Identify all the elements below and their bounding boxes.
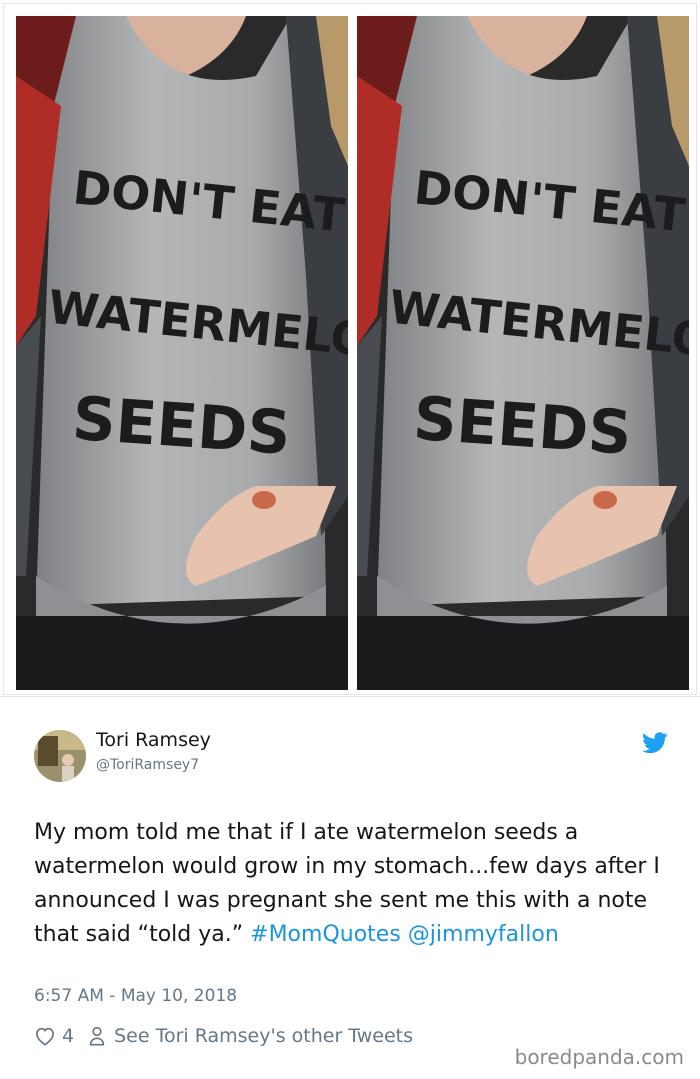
heart-icon[interactable] xyxy=(34,1026,56,1046)
tweet-text: My mom told me that if I ate watermelon … xyxy=(34,816,674,952)
other-tweets-link[interactable]: See Tori Ramsey's other Tweets xyxy=(114,1025,413,1047)
timestamp[interactable]: 6:57 AM - May 10, 2018 xyxy=(34,986,237,1006)
watermark: boredpanda.com xyxy=(514,1045,684,1069)
like-count[interactable]: 4 xyxy=(62,1025,74,1047)
twitter-bird-icon[interactable] xyxy=(642,732,668,754)
tweet-actions: 4 See Tori Ramsey's other Tweets xyxy=(34,1023,413,1049)
divider xyxy=(0,696,700,697)
photo-left[interactable]: DON'T EAT WATERMELON SEEDS xyxy=(16,16,348,690)
photo-collage: DON'T EAT WATERMELON SEEDS DON'T EAT WAT… xyxy=(3,3,697,695)
photo-right[interactable]: DON'T EAT WATERMELON SEEDS xyxy=(357,16,689,690)
hashtag-link[interactable]: #MomQuotes xyxy=(250,922,401,947)
avatar[interactable] xyxy=(34,730,86,782)
tweet-card: Tori Ramsey @ToriRamsey7 My mom told me … xyxy=(0,700,700,1079)
author-name[interactable]: Tori Ramsey xyxy=(96,729,211,751)
person-icon xyxy=(89,1026,105,1046)
author-handle[interactable]: @ToriRamsey7 xyxy=(96,757,199,773)
mention-link[interactable]: @jimmyfallon xyxy=(408,922,559,947)
